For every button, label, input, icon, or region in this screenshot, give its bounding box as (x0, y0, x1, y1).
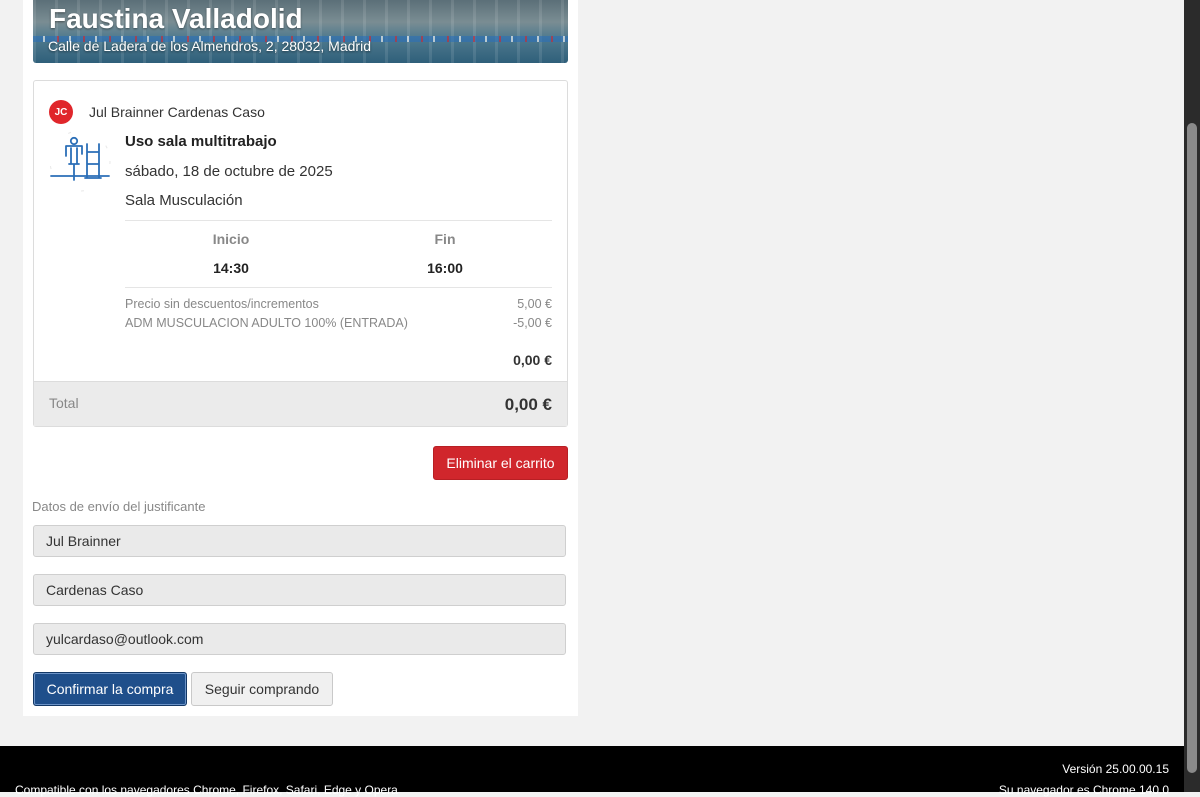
last-name-field[interactable] (33, 574, 566, 606)
total-label: Total (49, 395, 79, 411)
version-text: Versión 25.00.00.15 (1062, 762, 1169, 776)
first-name-field[interactable] (33, 525, 566, 557)
divider (125, 287, 552, 288)
activity-title: Uso sala multitrabajo (125, 133, 277, 150)
end-time: 16:00 (427, 260, 463, 276)
item-subtotal: 0,00 € (513, 352, 552, 368)
shipping-section-label: Datos de envío del justificante (32, 499, 206, 514)
cart-item-card: JC Jul Brainner Cardenas Caso Uso sala m… (33, 80, 568, 427)
price-line-label: ADM MUSCULACION ADULTO 100% (ENTRADA) (125, 316, 408, 330)
price-line-amount: -5,00 € (513, 316, 552, 330)
user-avatar: JC (49, 100, 73, 124)
price-line: ADM MUSCULACION ADULTO 100% (ENTRADA) -5… (125, 316, 552, 330)
start-time: 14:30 (213, 260, 249, 276)
start-label: Inicio (212, 231, 250, 247)
price-line-label: Precio sin descuentos/incrementos (125, 297, 319, 311)
user-name: Jul Brainner Cardenas Caso (89, 104, 265, 120)
total-bar: Total 0,00 € (34, 381, 567, 426)
gym-station-icon (49, 130, 111, 192)
activity-date: sábado, 18 de octubre de 2025 (125, 163, 333, 180)
scrollbar-thumb[interactable] (1187, 123, 1197, 773)
end-label: Fin (434, 231, 456, 247)
activity-room: Sala Musculación (125, 192, 243, 209)
center-address: Calle de Ladera de los Almendros, 2, 280… (48, 38, 371, 54)
scrollbar[interactable] (1184, 0, 1200, 792)
page-footer: Versión 25.00.00.15 Compatible con los n… (0, 746, 1184, 797)
continue-shopping-button[interactable]: Seguir comprando (191, 672, 333, 706)
browser-text: Su navegador es Chrome 140.0 (998, 783, 1169, 797)
compat-text: Compatible con los navegadores Chrome, F… (15, 783, 398, 797)
divider (125, 220, 552, 221)
price-line: Precio sin descuentos/incrementos 5,00 € (125, 297, 552, 311)
total-value: 0,00 € (504, 395, 552, 414)
confirm-purchase-button[interactable]: Confirmar la compra (33, 672, 187, 706)
center-name: Faustina Valladolid (49, 3, 303, 34)
email-field[interactable] (33, 623, 566, 655)
delete-cart-button[interactable]: Eliminar el carrito (433, 446, 568, 480)
center-banner: Faustina Valladolid Calle de Ladera de l… (33, 0, 568, 63)
price-line-amount: 5,00 € (517, 297, 552, 311)
